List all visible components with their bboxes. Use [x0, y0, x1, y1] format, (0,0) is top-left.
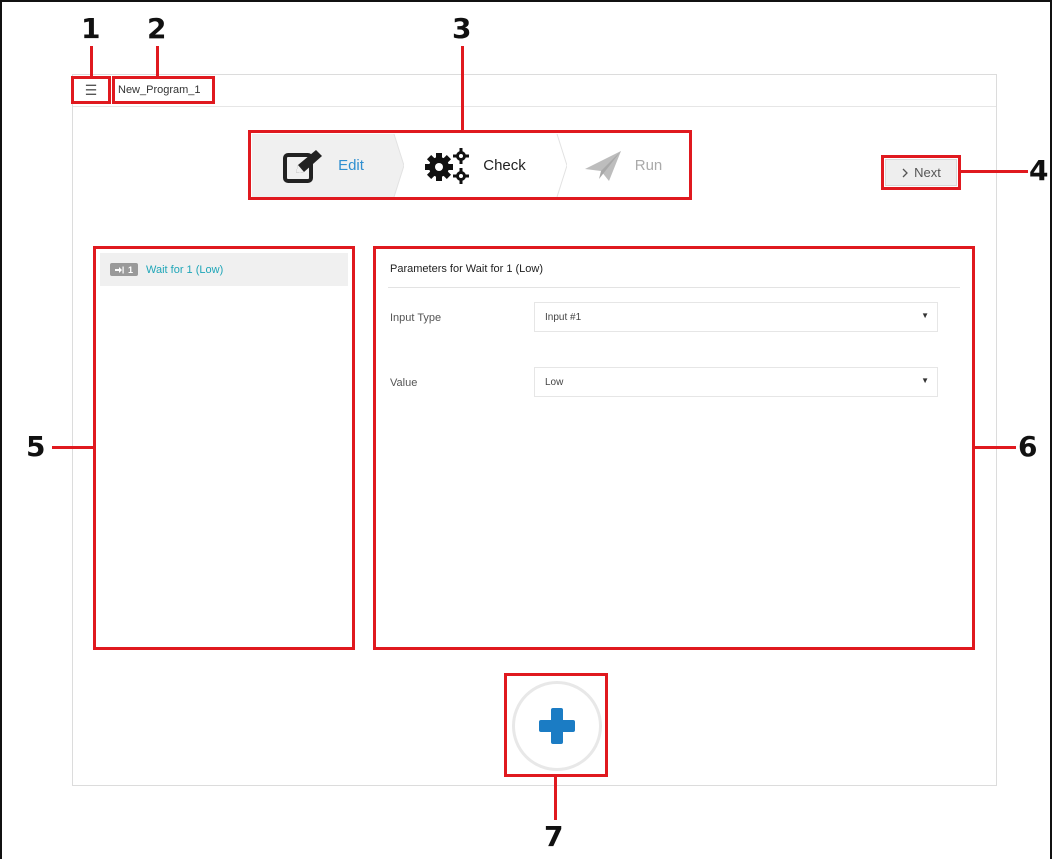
- leader-line-6: [974, 446, 1016, 449]
- callout-6: 6: [1018, 430, 1038, 463]
- step-edit[interactable]: Edit: [252, 134, 404, 197]
- sign-in-icon: [115, 266, 124, 273]
- program-step-list: 1 Wait for 1 (Low): [96, 249, 352, 647]
- list-item[interactable]: 1 Wait for 1 (Low): [100, 253, 348, 286]
- value-value: Low: [545, 376, 564, 388]
- paper-plane-icon: [584, 150, 621, 181]
- parameters-title: Parameters for Wait for 1 (Low): [390, 263, 544, 275]
- leader-line-5: [52, 446, 94, 449]
- callout-7: 7: [544, 820, 564, 853]
- callout-5: 5: [26, 430, 46, 463]
- divider: [388, 287, 960, 288]
- caret-down-icon: ▼: [921, 311, 929, 320]
- chevron-divider: [547, 134, 567, 197]
- step-check[interactable]: Check: [394, 134, 567, 197]
- caret-down-icon: ▼: [921, 376, 929, 385]
- step-edit-label: Edit: [338, 157, 364, 174]
- menu-button[interactable]: ☰: [74, 78, 108, 102]
- leader-line-4: [960, 170, 1028, 173]
- leader-line-2: [156, 46, 159, 77]
- edit-icon: [283, 149, 323, 183]
- step-number: 1: [128, 264, 134, 275]
- value-label: Value: [390, 377, 418, 389]
- step-check-label: Check: [483, 157, 526, 174]
- next-button[interactable]: Next: [885, 159, 957, 186]
- callout-3: 3: [452, 12, 472, 45]
- leader-line-3: [461, 46, 464, 131]
- chevron-right-icon: [902, 168, 909, 177]
- input-type-value: Input #1: [545, 311, 582, 323]
- program-name[interactable]: New_Program_1: [118, 80, 201, 100]
- parameters-panel: Parameters for Wait for 1 (Low) Input Ty…: [376, 249, 972, 647]
- step-run-label: Run: [634, 157, 663, 174]
- input-type-label: Input Type: [390, 312, 442, 324]
- hamburger-menu-icon: ☰: [84, 81, 98, 98]
- callout-1: 1: [81, 12, 101, 45]
- leader-line-7: [554, 776, 557, 820]
- add-step-button[interactable]: [512, 681, 602, 771]
- gears-icon: [425, 147, 470, 184]
- wizard-steps: Edit Check Run: [252, 134, 688, 197]
- callout-4: 4: [1029, 154, 1049, 187]
- step-label: Wait for 1 (Low): [146, 263, 224, 276]
- app-header: [73, 75, 996, 107]
- step-run[interactable]: Run: [557, 134, 688, 197]
- value-select[interactable]: Low ▼: [534, 367, 938, 397]
- next-button-label: Next: [914, 165, 941, 180]
- callout-2: 2: [147, 12, 167, 45]
- input-type-select[interactable]: Input #1 ▼: [534, 302, 938, 332]
- leader-line-1: [90, 46, 93, 77]
- chevron-divider: [384, 134, 404, 197]
- plus-icon: [539, 708, 575, 744]
- step-badge: 1: [110, 263, 139, 276]
